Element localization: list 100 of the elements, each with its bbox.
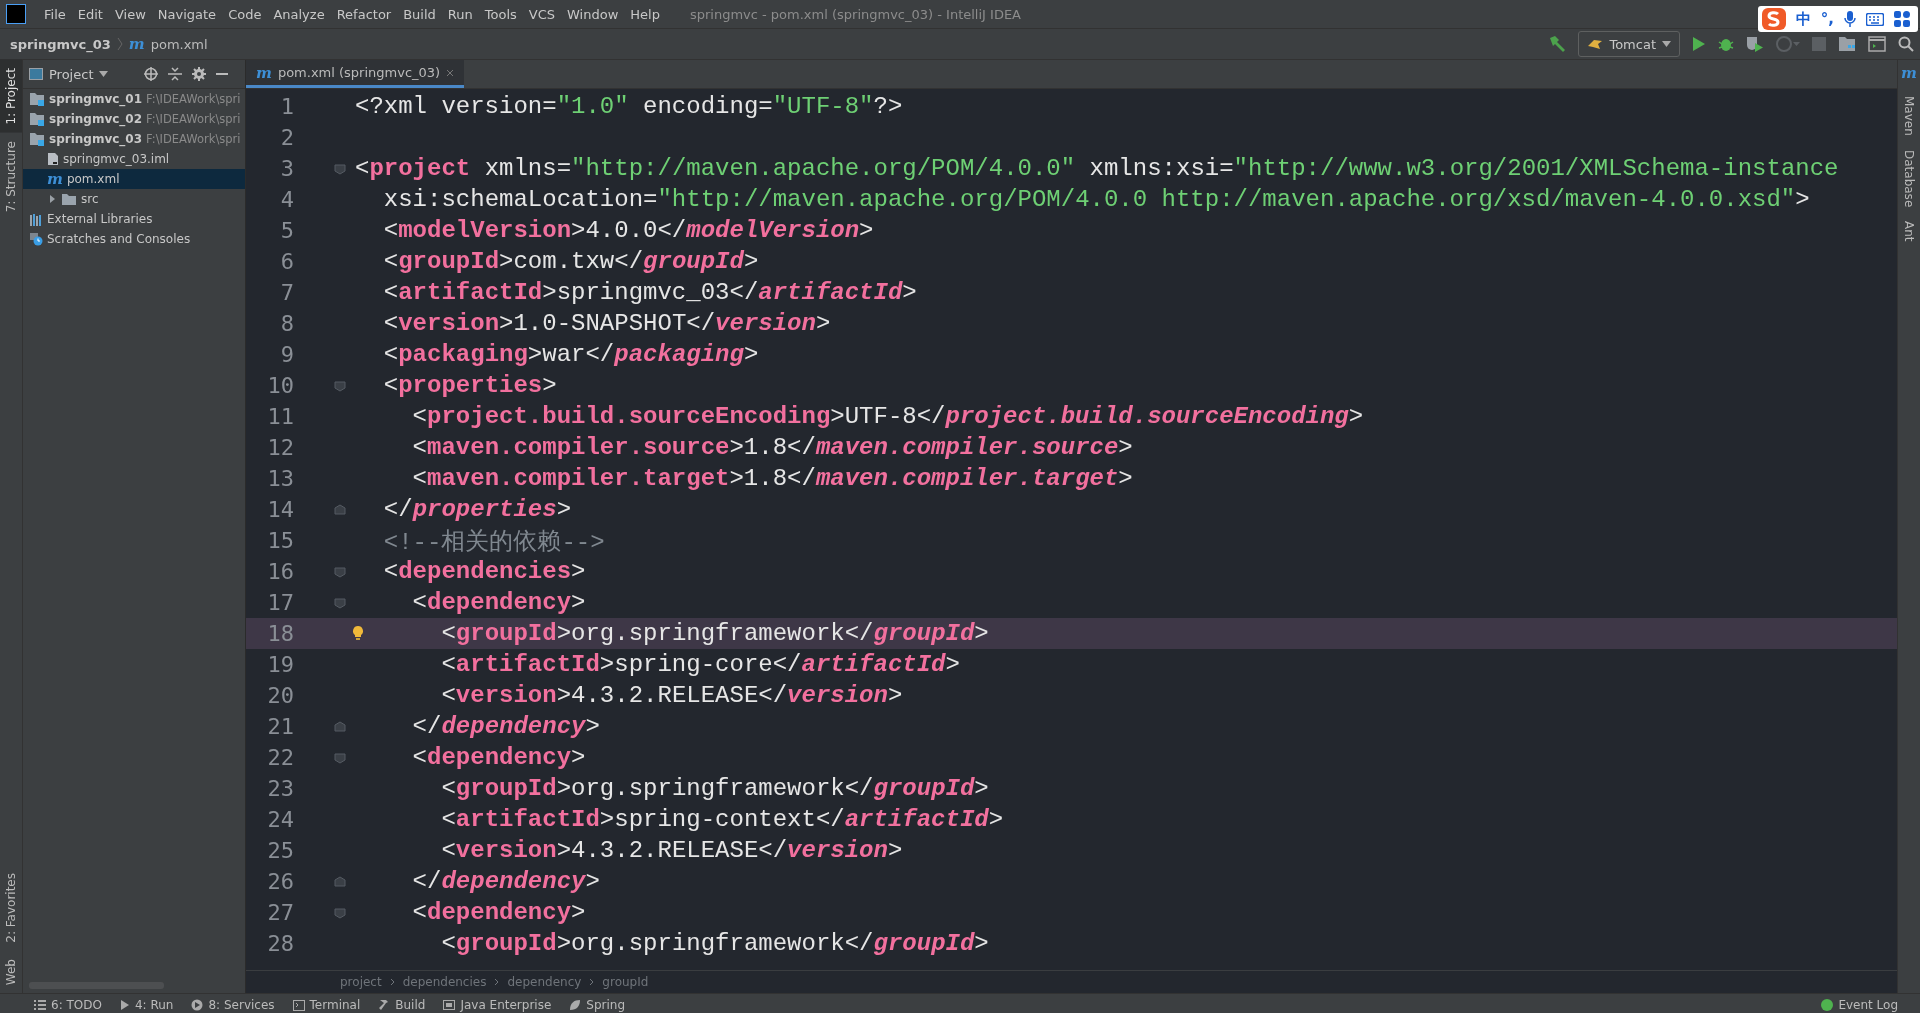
menu-item[interactable]: File bbox=[38, 6, 72, 22]
breadcrumb[interactable]: dependency bbox=[507, 975, 582, 989]
fold-marker-icon[interactable] bbox=[334, 162, 346, 175]
tool-window-button[interactable]: 6: TODO bbox=[34, 998, 102, 1012]
window-icon[interactable] bbox=[1868, 36, 1886, 52]
locate-icon[interactable] bbox=[144, 67, 159, 81]
module-folder-icon[interactable] bbox=[29, 112, 45, 126]
tool-window-tab[interactable]: 2: Favorites bbox=[0, 865, 22, 951]
microphone-icon[interactable] bbox=[1844, 11, 1856, 27]
breadcrumb[interactable]: project bbox=[340, 975, 382, 989]
tree-item[interactable]: springmvc_03.iml bbox=[23, 149, 245, 169]
list-icon[interactable] bbox=[34, 1000, 46, 1010]
tree-item[interactable]: External Libraries bbox=[23, 209, 245, 229]
tree-item[interactable]: springmvc_03 F:\IDEAWork\spri bbox=[23, 129, 245, 149]
tool-window-tab[interactable]: Database bbox=[1902, 149, 1916, 208]
shield-run-icon[interactable] bbox=[1746, 36, 1764, 52]
nav-crumb[interactable]: springmvc_03 bbox=[10, 36, 111, 52]
tool-window-tab[interactable]: Maven bbox=[1902, 96, 1916, 136]
code-line: <project.build.sourceEncoding>UTF-8</project.build.sourceEncoding> bbox=[412, 403, 1364, 430]
search-icon[interactable] bbox=[1898, 36, 1914, 52]
library-bars-icon[interactable] bbox=[29, 212, 43, 226]
scratch-clock-icon[interactable] bbox=[29, 232, 43, 246]
line-number: 20 bbox=[266, 683, 294, 708]
leaf-icon[interactable] bbox=[569, 999, 582, 1011]
ime-logo-icon[interactable] bbox=[1761, 8, 1786, 30]
fold-marker-icon[interactable] bbox=[334, 379, 346, 392]
line-number: 3 bbox=[279, 156, 294, 181]
fold-marker-icon[interactable] bbox=[334, 720, 346, 733]
settings-icon[interactable] bbox=[192, 67, 207, 81]
project-view-dropdown[interactable]: Project bbox=[29, 66, 109, 82]
keyboard-icon[interactable] bbox=[1866, 12, 1884, 26]
expand-arrow-icon[interactable] bbox=[47, 194, 57, 204]
tree-item[interactable]: m pom.xml bbox=[23, 169, 245, 189]
tool-window-button[interactable]: 8: Services bbox=[191, 998, 275, 1012]
menu-item[interactable]: Run bbox=[441, 6, 479, 22]
run-icon[interactable] bbox=[1692, 36, 1706, 52]
bug-icon[interactable] bbox=[1718, 36, 1734, 52]
menu-item[interactable]: Code bbox=[222, 6, 268, 22]
menu-item[interactable]: View bbox=[108, 6, 152, 22]
tool-window-tab[interactable]: Web bbox=[0, 950, 22, 993]
tool-window-tab[interactable]: Ant bbox=[1902, 221, 1916, 242]
tool-window-button[interactable]: Build bbox=[378, 998, 426, 1012]
fold-marker-icon[interactable] bbox=[334, 875, 346, 888]
file-icon[interactable] bbox=[47, 152, 59, 166]
event-log-button[interactable]: Event Log bbox=[1821, 998, 1898, 1012]
tool-window-button[interactable]: Java Enterprise bbox=[443, 998, 552, 1012]
enterprise-icon[interactable] bbox=[443, 999, 456, 1011]
module-folder-icon[interactable] bbox=[29, 132, 45, 146]
services-icon[interactable] bbox=[191, 999, 204, 1011]
editor-tab[interactable]: m pom.xml (springmvc_03) bbox=[246, 60, 465, 88]
tree-item[interactable]: springmvc_02 F:\IDEAWork\spri bbox=[23, 109, 245, 129]
ime-mode[interactable]: °, bbox=[1820, 10, 1834, 28]
fold-marker-icon[interactable] bbox=[334, 565, 346, 578]
line-number: 2 bbox=[279, 125, 294, 150]
tool-window-tab[interactable]: 1: Project bbox=[0, 60, 22, 133]
menu-item[interactable]: Navigate bbox=[151, 6, 223, 22]
tool-window-tab[interactable]: 7: Structure bbox=[0, 132, 22, 220]
fold-marker-icon[interactable] bbox=[334, 906, 346, 919]
fold-marker-icon[interactable] bbox=[334, 503, 346, 516]
grid-icon[interactable] bbox=[1894, 11, 1910, 27]
menu-item[interactable]: Window bbox=[561, 6, 625, 22]
tool-window-button[interactable]: Terminal bbox=[292, 998, 361, 1012]
menu-item[interactable]: Build bbox=[397, 6, 442, 22]
tool-window-button[interactable]: Spring bbox=[569, 998, 626, 1012]
panel-window-icon bbox=[29, 68, 43, 80]
code-line: xsi:schemaLocation="http://maven.apache.org/POM/4.0.0 http://maven.apache.org/xsd/maven-4.0.0.xsd"> bbox=[383, 186, 1810, 213]
breadcrumb[interactable]: groupId bbox=[602, 975, 649, 989]
lightbulb-icon[interactable] bbox=[352, 625, 364, 641]
code-line: <project xmlns="http://maven.apache.org/POM/4.0.0" xmlns:xsi="http://www.w3.org/2001/XMLSchema-instance bbox=[355, 155, 1839, 182]
menu-item[interactable]: Tools bbox=[478, 6, 523, 22]
chevron-icon bbox=[389, 978, 395, 986]
folder-icon[interactable] bbox=[61, 192, 77, 206]
project-structure-icon[interactable] bbox=[1838, 36, 1856, 52]
tree-item[interactable]: Scratches and Consoles bbox=[23, 229, 245, 249]
code-line: <version>1.0-SNAPSHOT</version> bbox=[383, 310, 831, 337]
menu-item[interactable]: Edit bbox=[71, 6, 109, 22]
ime-mode[interactable]: 中 bbox=[1795, 9, 1811, 29]
module-folder-icon[interactable] bbox=[29, 92, 45, 106]
play-icon[interactable] bbox=[119, 1000, 130, 1010]
code-line: </properties> bbox=[383, 496, 572, 523]
tool-window-button[interactable]: 4: Run bbox=[119, 998, 174, 1012]
run-config-dropdown[interactable]: Tomcat bbox=[1578, 31, 1680, 57]
breadcrumb[interactable]: dependencies bbox=[402, 975, 487, 989]
app-logo bbox=[6, 4, 26, 24]
tree-item[interactable]: springmvc_01 F:\IDEAWork\spri bbox=[23, 89, 245, 109]
line-number: 1 bbox=[279, 94, 294, 119]
menu-item[interactable]: VCS bbox=[522, 6, 562, 22]
nav-crumb[interactable]: pom.xml bbox=[150, 36, 208, 52]
code-line: <properties> bbox=[383, 372, 557, 399]
fold-marker-icon[interactable] bbox=[334, 751, 346, 764]
code-line: <dependency> bbox=[412, 589, 586, 616]
collapse-icon[interactable] bbox=[168, 67, 183, 81]
fold-marker-icon[interactable] bbox=[334, 596, 346, 609]
menu-item[interactable]: Analyze bbox=[267, 6, 331, 22]
menu-item[interactable]: Help bbox=[624, 6, 666, 22]
menu-item[interactable]: Refactor bbox=[330, 6, 398, 22]
close-icon[interactable] bbox=[446, 68, 455, 77]
terminal-icon[interactable] bbox=[292, 999, 305, 1011]
window-title: springmvc - pom.xml (springmvc_03) - IntelliJ IDEA bbox=[689, 6, 1021, 22]
tree-item[interactable]: src bbox=[23, 189, 245, 209]
